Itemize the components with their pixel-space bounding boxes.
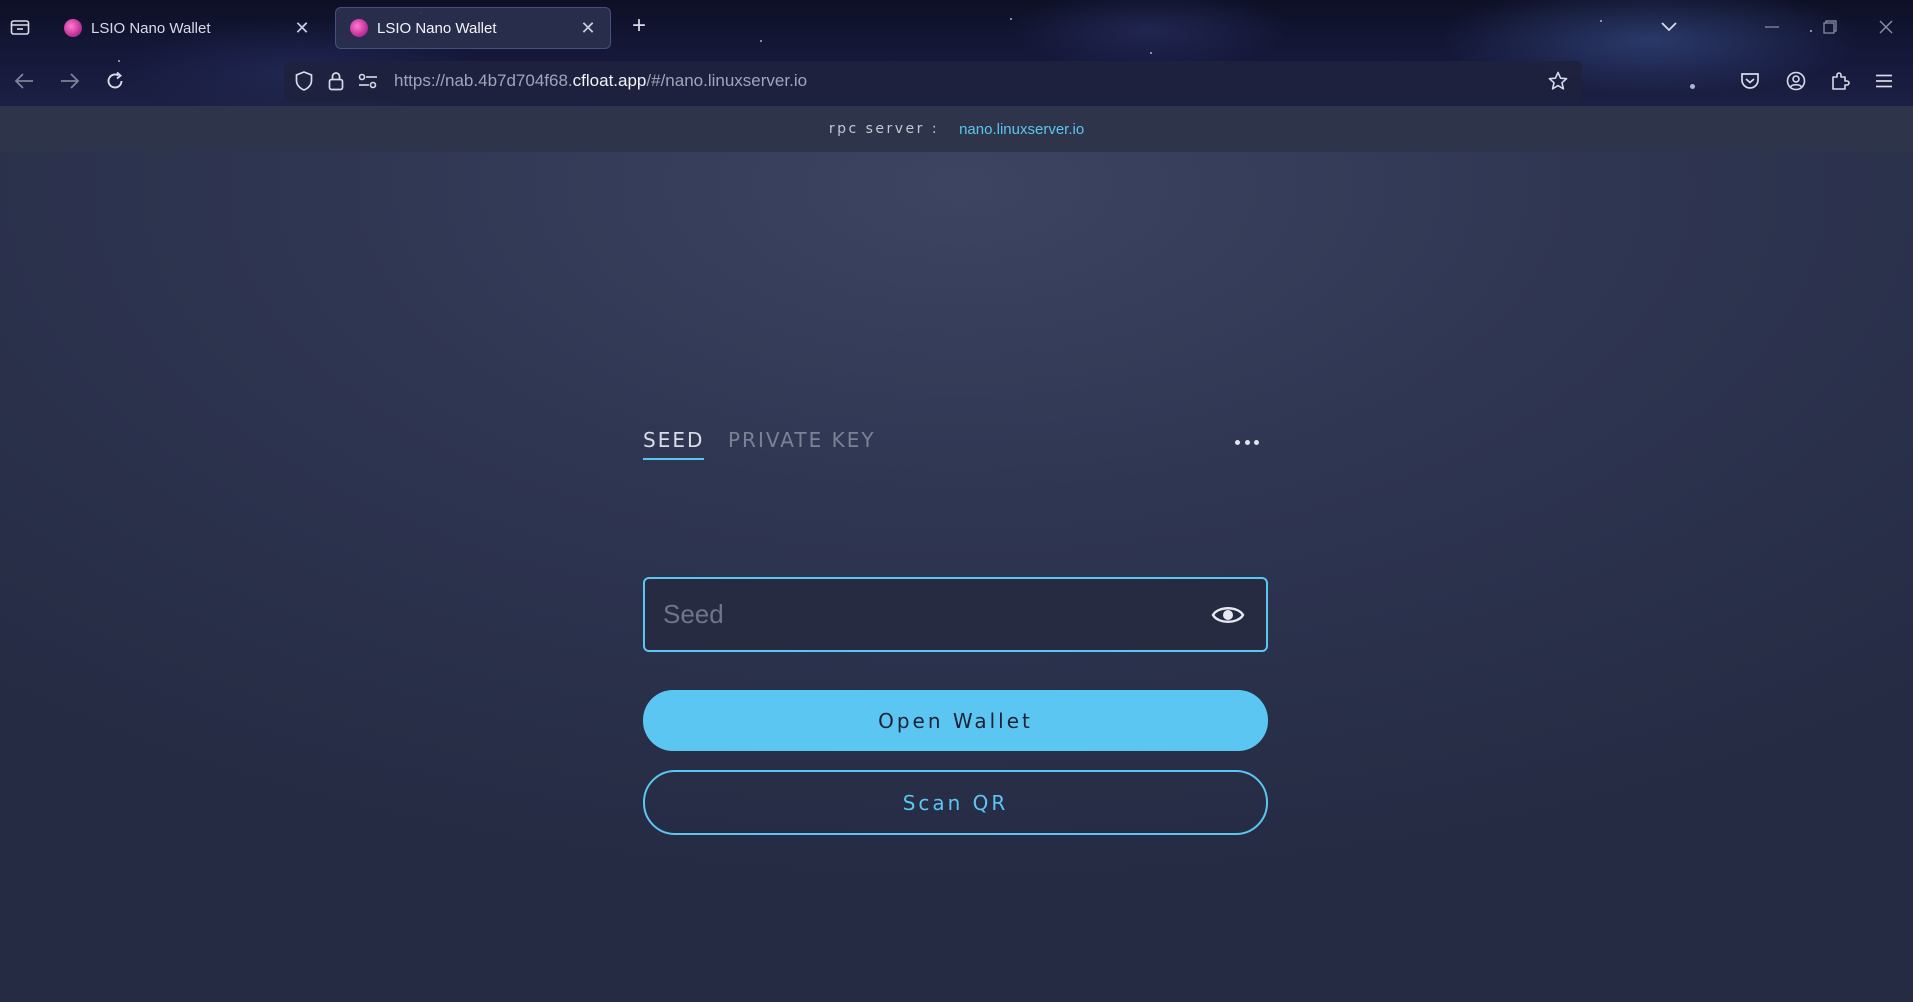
close-tab-icon[interactable]: ✕ [292,18,312,38]
tab-seed[interactable]: SEED [643,428,705,460]
pocket-icon[interactable] [1736,67,1764,95]
close-window-icon[interactable] [1872,14,1900,40]
reload-icon[interactable] [101,67,129,95]
tab-bar: LSIO Nano Wallet ✕ LSIO Nano Wallet ✕ + [0,0,1913,54]
back-arrow-icon[interactable] [10,67,38,95]
show-seed-eye-icon[interactable] [1208,595,1248,635]
rpc-server-link[interactable]: nano.linuxserver.io [959,121,1084,138]
browser-chrome: LSIO Nano Wallet ✕ LSIO Nano Wallet ✕ + [0,0,1913,106]
close-tab-icon[interactable]: ✕ [578,18,598,38]
new-tab-plus-icon[interactable]: + [626,14,652,40]
navigation-bar: https://nab.4b7d704f68.cfloat.app/#/nano… [0,56,1913,106]
url-prefix: https://nab.4b7d704f68. [394,71,573,90]
tab-title: LSIO Nano Wallet [91,19,211,37]
nano-favicon-icon [64,19,82,37]
url-suffix: /#/nano.linuxserver.io [646,71,808,90]
url-host: cfloat.app [572,71,647,90]
rpc-server-bar: rpc server : nano.linuxserver.io [0,106,1913,152]
restore-icon[interactable] [1816,14,1844,40]
tab-title: LSIO Nano Wallet [377,19,497,37]
seed-field [643,577,1268,652]
login-mode-tabs: SEED PRIVATE KEY [643,424,1268,464]
menu-hamburger-icon[interactable] [1870,67,1898,95]
shield-icon[interactable] [290,67,318,95]
login-panel: SEED PRIVATE KEY Open Wallet Scan QR [643,424,1268,835]
bookmark-star-icon[interactable] [1544,67,1572,95]
tab-list-icon[interactable] [8,15,32,39]
minimize-icon[interactable] [1758,14,1786,40]
browser-tab-active[interactable]: LSIO Nano Wallet ✕ [335,7,611,49]
more-options-icon[interactable] [1232,432,1262,452]
seed-input[interactable] [645,579,1208,650]
url-text[interactable]: https://nab.4b7d704f68.cfloat.app/#/nano… [394,71,807,91]
tab-overflow-chevron-down-icon[interactable] [1655,14,1683,40]
wallet-page: rpc server : nano.linuxserver.io SEED PR… [0,106,1913,1002]
open-wallet-button[interactable]: Open Wallet [643,690,1268,751]
account-icon[interactable] [1782,67,1810,95]
forward-arrow-icon[interactable] [56,67,84,95]
extensions-icon[interactable] [1826,67,1854,95]
tab-private-key[interactable]: PRIVATE KEY [728,428,876,458]
site-permissions-icon[interactable] [354,67,382,95]
address-bar[interactable]: https://nab.4b7d704f68.cfloat.app/#/nano… [284,61,1582,101]
rpc-server-label: rpc server : [828,121,940,137]
scan-qr-button[interactable]: Scan QR [643,770,1268,835]
lock-icon[interactable] [322,67,350,95]
browser-tab[interactable]: LSIO Nano Wallet ✕ [50,7,324,49]
nano-favicon-icon [350,19,368,37]
